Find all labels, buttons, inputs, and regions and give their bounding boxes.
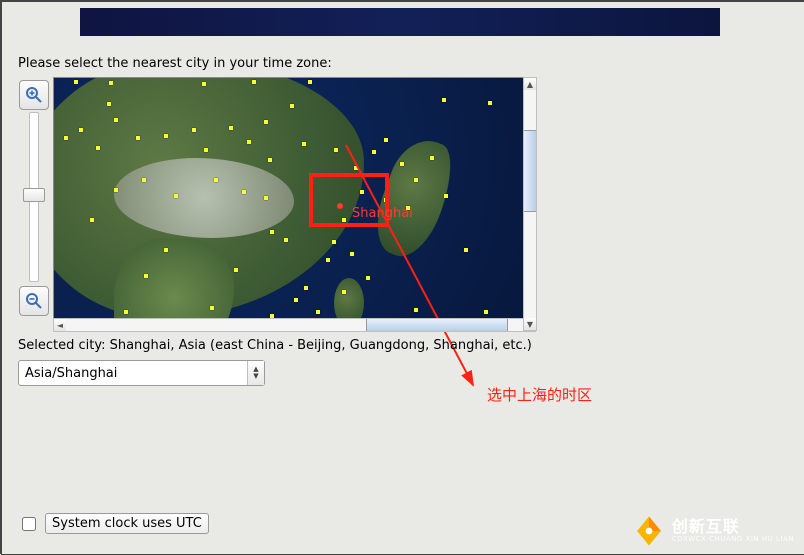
city-dot[interactable] <box>302 142 306 146</box>
city-dot[interactable] <box>109 81 113 85</box>
city-dot[interactable] <box>326 258 330 262</box>
brand-name-cn: 创新互联 <box>672 519 794 536</box>
city-dot[interactable] <box>210 306 214 310</box>
brand-logo-icon <box>632 514 666 548</box>
header-banner <box>80 8 720 36</box>
city-dot[interactable] <box>229 126 233 130</box>
hscroll-thumb[interactable] <box>366 319 508 331</box>
timezone-select-value: Asia/Shanghai <box>19 366 247 381</box>
city-dot[interactable] <box>136 136 140 140</box>
select-spinner-icon[interactable]: ▲▼ <box>247 361 264 385</box>
city-dot[interactable] <box>304 286 308 290</box>
scroll-down-icon[interactable]: ▼ <box>524 318 536 330</box>
city-dot[interactable] <box>294 298 298 302</box>
selected-city-marker <box>337 203 343 209</box>
city-dot[interactable] <box>174 194 178 198</box>
utc-label[interactable]: System clock uses UTC <box>45 513 209 534</box>
city-dot[interactable] <box>164 134 168 138</box>
city-dot[interactable] <box>204 148 208 152</box>
city-dot[interactable] <box>414 308 418 312</box>
map-vscrollbar[interactable]: ▲ ▼ <box>523 77 537 331</box>
timezone-select[interactable]: Asia/Shanghai ▲▼ <box>18 360 265 386</box>
selected-city-text: Selected city: Shanghai, Asia (east Chin… <box>18 338 532 353</box>
zoom-out-button[interactable] <box>19 286 49 316</box>
city-dot[interactable] <box>74 80 78 84</box>
city-dot[interactable] <box>192 128 196 132</box>
city-dot[interactable] <box>114 118 118 122</box>
city-dot[interactable] <box>464 248 468 252</box>
city-dot[interactable] <box>214 178 218 182</box>
timezone-map[interactable]: Shanghai <box>53 77 536 331</box>
city-dot[interactable] <box>268 158 272 162</box>
scroll-left-icon[interactable]: ◄ <box>54 319 66 331</box>
city-dot[interactable] <box>79 128 83 132</box>
city-dot[interactable] <box>96 146 100 150</box>
map-hscrollbar[interactable]: ◄ ► <box>53 318 536 332</box>
prompt-text: Please select the nearest city in your t… <box>18 56 332 71</box>
city-dot[interactable] <box>342 290 346 294</box>
brand-name-en: CDXWCX·CHUANG XIN HU LIAN <box>672 536 794 543</box>
city-dot[interactable] <box>366 276 370 280</box>
city-dot[interactable] <box>107 102 111 106</box>
city-dot[interactable] <box>202 82 206 86</box>
city-dot[interactable] <box>444 194 448 198</box>
annotation-text: 选中上海的时区 <box>487 384 592 405</box>
city-dot[interactable] <box>332 240 336 244</box>
city-dot[interactable] <box>354 166 358 170</box>
city-dot[interactable] <box>114 188 118 192</box>
scroll-up-icon[interactable]: ▲ <box>524 78 536 90</box>
city-dot[interactable] <box>247 140 251 144</box>
vscroll-thumb[interactable] <box>524 130 536 212</box>
city-dot[interactable] <box>234 268 238 272</box>
city-dot[interactable] <box>350 252 354 256</box>
zoom-out-icon <box>24 291 44 311</box>
city-dot[interactable] <box>242 190 246 194</box>
city-dot[interactable] <box>484 310 488 314</box>
city-dot[interactable] <box>264 120 268 124</box>
city-dot[interactable] <box>442 98 446 102</box>
city-dot[interactable] <box>252 80 256 84</box>
city-dot[interactable] <box>144 274 148 278</box>
city-dot[interactable] <box>372 150 376 154</box>
selected-city-map-label: Shanghai <box>352 206 413 221</box>
zoom-in-button[interactable] <box>19 80 49 110</box>
city-dot[interactable] <box>270 230 274 234</box>
zoom-in-icon <box>24 85 44 105</box>
city-dot[interactable] <box>64 136 68 140</box>
city-dot[interactable] <box>290 104 294 108</box>
city-dot[interactable] <box>90 218 94 222</box>
city-dot[interactable] <box>124 310 128 314</box>
brand-watermark: 创新互联 CDXWCX·CHUANG XIN HU LIAN <box>632 514 794 548</box>
city-dot[interactable] <box>488 101 492 105</box>
city-dot[interactable] <box>414 178 418 182</box>
city-dot[interactable] <box>384 138 388 142</box>
zoom-slider-thumb[interactable] <box>23 188 45 202</box>
city-dot[interactable] <box>142 178 146 182</box>
city-dot[interactable] <box>400 162 404 166</box>
utc-checkbox[interactable] <box>22 517 36 531</box>
city-dot[interactable] <box>284 238 288 242</box>
city-dot[interactable] <box>430 156 434 160</box>
city-dot[interactable] <box>334 148 338 152</box>
city-dot[interactable] <box>164 248 168 252</box>
city-dot[interactable] <box>308 80 312 84</box>
city-dot[interactable] <box>264 196 268 200</box>
city-dot[interactable] <box>316 310 320 314</box>
